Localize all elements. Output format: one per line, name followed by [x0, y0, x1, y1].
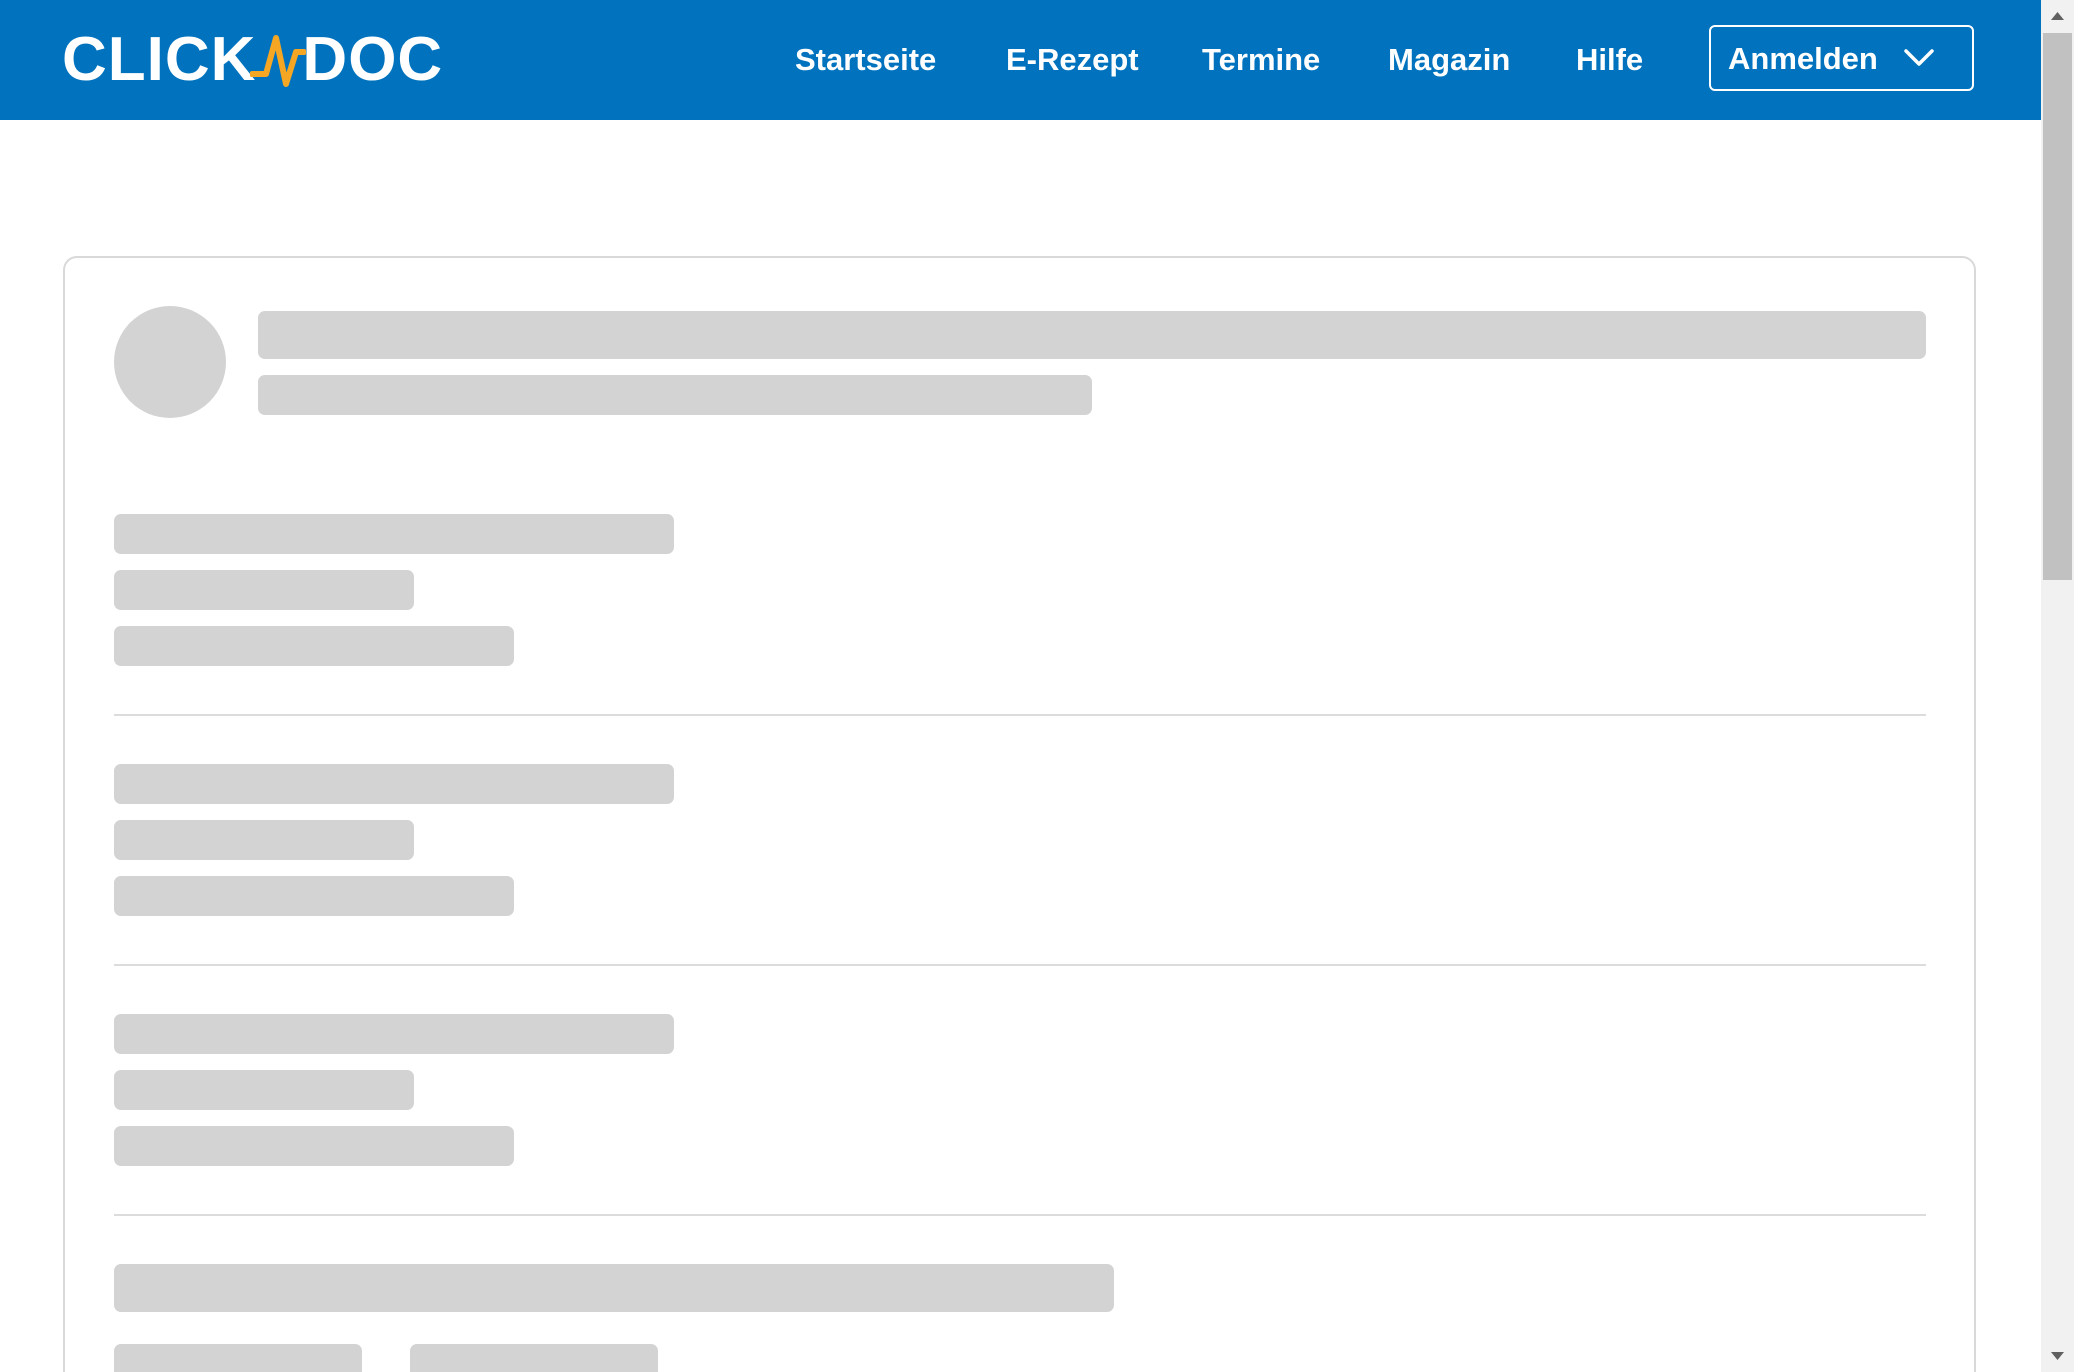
nav-termine[interactable]: Termine — [1202, 40, 1320, 80]
chip-skeleton — [410, 1344, 658, 1372]
section-line-skeleton — [114, 626, 514, 666]
chip-skeleton — [114, 1344, 362, 1372]
nav-hilfe[interactable]: Hilfe — [1576, 40, 1643, 80]
section-line-skeleton — [114, 1126, 514, 1166]
loading-card — [63, 256, 1976, 1372]
section-line-skeleton — [114, 820, 414, 860]
viewport: CLICK DOC Startseite E-Rezept Termine Ma… — [0, 0, 2041, 1372]
nav-e-rezept[interactable]: E-Rezept — [1006, 40, 1139, 80]
scrollbar-thumb[interactable] — [2043, 33, 2072, 580]
section-line-skeleton — [114, 1014, 674, 1054]
section-line-skeleton — [114, 764, 674, 804]
section-line-skeleton — [114, 1070, 414, 1110]
chevron-down-icon — [1904, 49, 1934, 66]
pulse-icon — [250, 35, 307, 87]
logo-text-left: CLICK — [62, 25, 257, 94]
section-divider — [114, 714, 1926, 716]
scroll-up-arrow-icon[interactable] — [2041, 0, 2074, 30]
scroll-down-arrow-icon[interactable] — [2041, 1342, 2074, 1372]
logo-text-right: DOC — [302, 25, 444, 94]
section-title-skeleton — [114, 1264, 1114, 1312]
vertical-scrollbar[interactable] — [2041, 0, 2074, 1372]
nav-magazin[interactable]: Magazin — [1388, 40, 1510, 80]
login-label: Anmelden — [1728, 41, 1878, 76]
section-divider — [114, 1214, 1926, 1216]
nav-startseite[interactable]: Startseite — [795, 40, 936, 80]
title-skeleton — [258, 311, 1926, 359]
login-button[interactable]: Anmelden — [1709, 25, 1974, 91]
subtitle-skeleton — [258, 375, 1092, 415]
section-divider — [114, 964, 1926, 966]
section-line-skeleton — [114, 876, 514, 916]
section-line-skeleton — [114, 570, 414, 610]
section-line-skeleton — [114, 514, 674, 554]
avatar-skeleton — [114, 306, 226, 418]
top-navigation-bar: CLICK DOC Startseite E-Rezept Termine Ma… — [0, 0, 2041, 120]
page: CLICK DOC Startseite E-Rezept Termine Ma… — [0, 0, 2074, 1372]
clickdoc-logo[interactable]: CLICK DOC — [62, 28, 443, 92]
